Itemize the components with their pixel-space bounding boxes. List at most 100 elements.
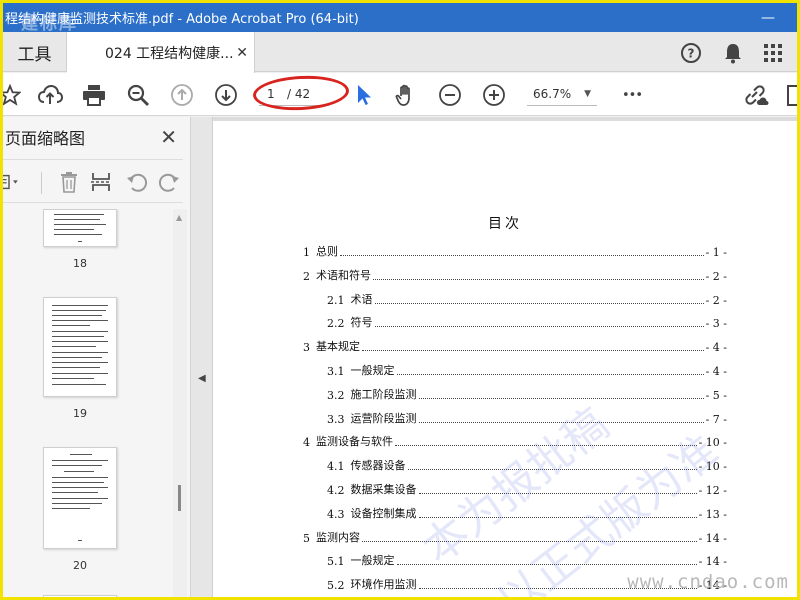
zoom-search-icon[interactable] (125, 82, 151, 108)
toc-leader-dots (362, 540, 697, 542)
toc-entry[interactable]: 4.2 数据采集设备 - 12 - (327, 481, 727, 497)
toc-leader-dots (395, 445, 697, 447)
site-logo-overlay: 建标库 (21, 14, 78, 34)
toc-entry-page: - 10 - (698, 436, 727, 450)
toc-entry-title: 施工阶段监测 (350, 387, 417, 401)
hand-tool-icon[interactable] (393, 82, 419, 108)
tab-tools[interactable]: 工具 (3, 32, 67, 72)
toc-entry-number: 2.2 (327, 317, 345, 331)
toc-entry[interactable]: 2.1 术语 - 2 - (327, 291, 727, 307)
toc-leader-dots (418, 516, 697, 518)
tab-close-icon[interactable]: ✕ (236, 45, 248, 61)
toc-entry[interactable]: 3.2 施工阶段监测 - 5 - (327, 386, 727, 402)
toc-leader-dots (340, 255, 704, 256)
toc-entry[interactable]: 4 监测设备与软件 - 10 - (303, 433, 727, 449)
toc-entry-title: 环境作用监测 (350, 578, 417, 592)
tab-document-label: 024 工程结构健康... (105, 45, 234, 62)
thumbnail-page[interactable] (43, 209, 117, 247)
panel-title: 页面缩略图 (5, 129, 86, 148)
toc-entry[interactable]: 3.3 运营阶段监测 - 7 - (327, 410, 727, 426)
select-cursor-icon[interactable] (351, 82, 377, 108)
toc-leader-dots (396, 374, 704, 375)
toc-entry-title: 数据采集设备 (350, 483, 417, 496)
toc-entry-page: - 4 - (705, 341, 727, 355)
page-thumbnails-panel: 页面缩略图 ✕ 18 19 20 ▲ (3, 117, 191, 597)
panel-collapse-bar[interactable]: ◀ (191, 117, 213, 597)
toc-entry-title: 总则 (316, 245, 338, 258)
toc-entry[interactable]: 5 监测内容 - 14 - (303, 529, 727, 545)
extract-page-icon[interactable] (89, 170, 113, 194)
toc-entry-number: 3.2 (327, 388, 345, 402)
toc-entry[interactable]: 5.1 一般规定 - 14 - (327, 552, 727, 568)
toc-entry-title: 设备控制集成 (350, 506, 417, 520)
chevron-down-icon: ▼ (584, 88, 591, 99)
site-watermark: www.cndao.com (627, 571, 789, 593)
toc-entry[interactable]: 2 术语和符号 - 2 - (303, 267, 727, 283)
thumbnail-label: 18 (73, 257, 87, 270)
zoom-out-icon[interactable] (437, 82, 463, 108)
tab-document[interactable]: 024 工程结构健康... ✕ (67, 32, 255, 73)
document-view[interactable]: 目次 1 总则 - 1 - 2 术语和符号 - 2 - 2.1 术语 - 2 - 2.2 符号 - 3… (213, 117, 797, 597)
collapse-left-icon[interactable]: ◀ (198, 373, 206, 384)
thumbnail-scrollbar[interactable]: ▲ (173, 209, 187, 597)
main-toolbar: / 42 66.7% ▼ ••• (3, 73, 797, 116)
pdf-page: 目次 1 总则 - 1 - 2 术语和符号 - 2 - 2.1 术语 - 2 - 2.2 符号 - 3… (213, 121, 797, 597)
scrollbar-thumb[interactable] (178, 485, 181, 511)
zoom-level-dropdown[interactable]: 66.7% ▼ (527, 82, 597, 106)
apps-grid-icon[interactable] (761, 41, 785, 65)
thumbnail-options-icon[interactable] (3, 170, 21, 194)
help-icon[interactable]: ? (679, 41, 703, 65)
toc-entry[interactable]: 4.3 设备控制集成 - 13 - (327, 505, 727, 521)
toc-entry-number: 3.1 (327, 365, 345, 378)
thumbnail-list: 18 19 20 (3, 209, 173, 597)
toc-entry-title: 传感器设备 (350, 459, 406, 473)
toc-entry-title: 一般规定 (350, 364, 395, 377)
toc-entry-page: - 2 - (705, 293, 727, 307)
toc-entry[interactable]: 1 总则 - 1 - (303, 243, 727, 259)
toc-entry-title: 监测内容 (316, 530, 360, 544)
scroll-up-icon[interactable]: ▲ (176, 213, 182, 222)
toc-entry-title: 监测设备与软件 (316, 435, 393, 449)
toc-entry-number: 2 (303, 269, 310, 283)
toc-entry[interactable]: 4.1 传感器设备 - 10 - (327, 457, 727, 473)
print-icon[interactable] (81, 82, 107, 108)
toc-leader-dots (374, 326, 704, 328)
panel-close-icon[interactable]: ✕ (160, 125, 177, 149)
delete-page-icon[interactable] (57, 170, 81, 194)
bell-icon[interactable] (721, 41, 745, 65)
title-bar: 程结构健康监测技术标准.pdf - Adobe Acrobat Pro (64-… (3, 3, 797, 34)
toc-leader-dots (418, 397, 704, 399)
next-page-icon[interactable] (213, 82, 239, 108)
toc-entry-title: 术语和符号 (316, 268, 371, 282)
prev-page-icon[interactable] (169, 82, 195, 108)
toc-entry-number: 4 (303, 436, 310, 450)
toc-entry-page: - 1 - (705, 246, 727, 259)
toc-entry-page: - 13 - (698, 507, 727, 521)
cloud-upload-icon[interactable] (37, 82, 63, 108)
toc-entry[interactable]: 3.1 一般规定 - 4 - (327, 362, 727, 378)
svg-text:?: ? (688, 47, 695, 61)
side-tool-icon[interactable] (781, 82, 797, 108)
rotate-right-icon[interactable] (157, 170, 181, 194)
toc-entry[interactable]: 2.2 符号 - 3 - (327, 314, 727, 330)
toc-leader-dots (374, 302, 704, 304)
more-options-icon[interactable]: ••• (619, 82, 645, 108)
toc-entry-page: - 14 - (698, 531, 727, 545)
toc-entry[interactable]: 3 基本规定 - 4 - (303, 338, 727, 354)
thumbnail-page[interactable] (43, 595, 117, 597)
toc-entry-page: - 5 - (705, 388, 727, 402)
toc-entry-page: - 2 - (705, 269, 727, 283)
rotate-left-icon[interactable] (125, 170, 149, 194)
thumbnail-page[interactable] (43, 447, 117, 549)
star-icon[interactable] (3, 82, 23, 108)
thumbnail-page[interactable] (43, 297, 117, 397)
zoom-in-icon[interactable] (481, 82, 507, 108)
share-link-icon[interactable] (743, 82, 769, 108)
toc-entry-number: 2.1 (327, 293, 345, 307)
thumbnail-label: 19 (73, 407, 87, 420)
toc-entry-title: 基本规定 (316, 340, 360, 354)
toc-entry-number: 3.3 (327, 412, 345, 426)
panel-header: 页面缩略图 ✕ (3, 117, 191, 157)
minimize-button[interactable]: — (751, 3, 785, 32)
toc-entry-page: - 14 - (698, 555, 727, 569)
